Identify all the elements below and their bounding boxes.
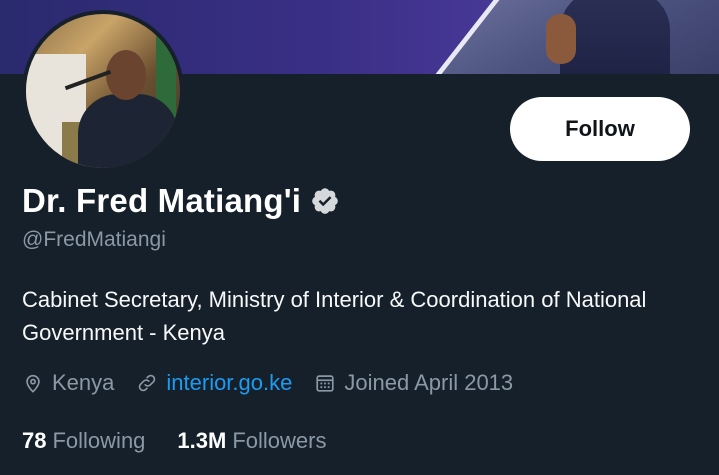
website-link[interactable]: interior.go.ke <box>166 370 292 396</box>
location-pin-icon <box>26 374 40 393</box>
follow-button[interactable]: Follow <box>510 97 690 161</box>
profile-meta: Kenya interior.go.ke Joined April 2013 <box>22 370 535 396</box>
followers-stat[interactable]: 1.3M Followers <box>177 428 326 454</box>
followers-count: 1.3M <box>177 428 227 453</box>
following-stat[interactable]: 78 Following <box>22 428 145 454</box>
avatar[interactable] <box>22 10 184 172</box>
profile-stats: 78 Following 1.3M Followers <box>22 428 358 454</box>
location-item: Kenya <box>22 370 114 396</box>
banner-figure <box>560 0 670 74</box>
followers-label: Followers <box>232 428 327 453</box>
profile-handle: @FredMatiangi <box>22 228 166 251</box>
banner-hand <box>546 14 576 64</box>
calendar-icon <box>316 375 334 392</box>
verified-badge-icon[interactable] <box>310 186 340 216</box>
profile-name: Dr. Fred Matiang'i <box>22 182 302 219</box>
profile-page: Follow Dr. Fred Matiang'i @FredMatiangi … <box>0 0 719 475</box>
profile-bio: Cabinet Secretary, Ministry of Interior … <box>22 287 647 345</box>
joined-item: Joined April 2013 <box>314 370 513 396</box>
following-label: Following <box>52 428 146 453</box>
joined-text: Joined April 2013 <box>344 370 514 395</box>
following-count: 78 <box>22 428 47 453</box>
profile-name-row: Dr. Fred Matiang'i <box>22 182 340 220</box>
location-text: Kenya <box>52 370 115 395</box>
website-item[interactable]: interior.go.ke <box>136 370 292 396</box>
link-icon <box>139 374 156 392</box>
